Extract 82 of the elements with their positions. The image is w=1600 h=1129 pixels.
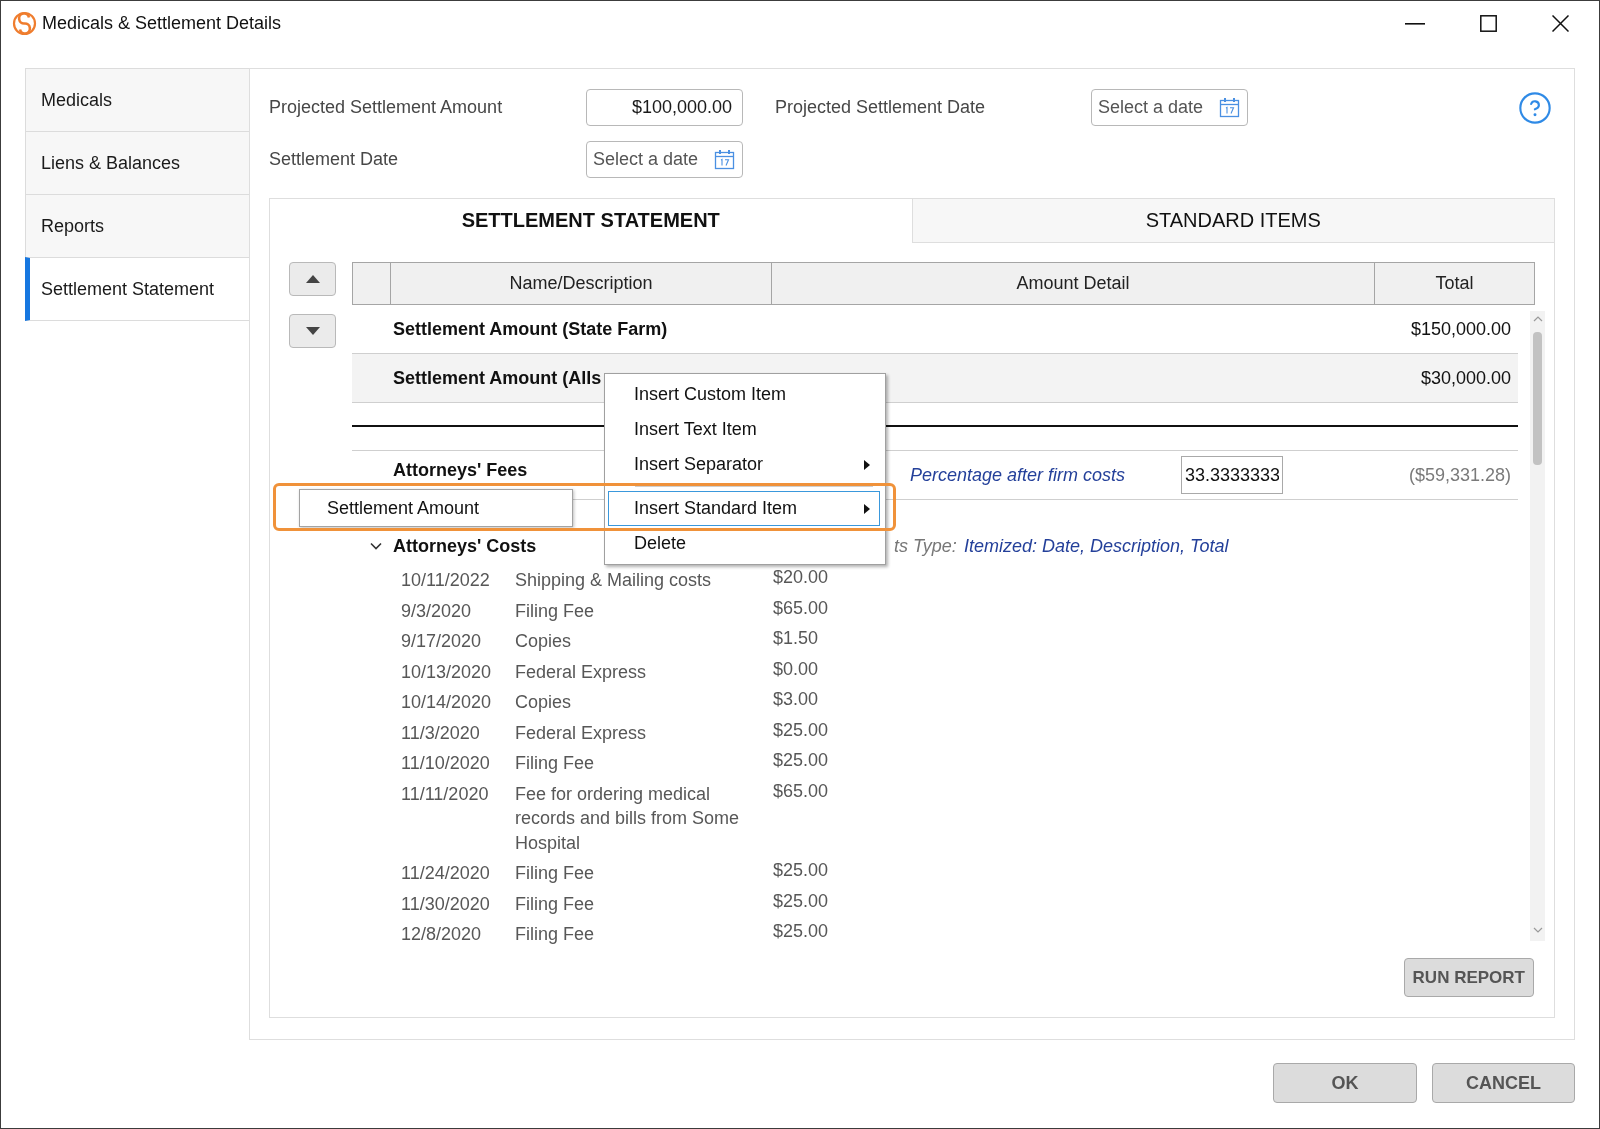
column-header[interactable]: Amount Detail xyxy=(772,263,1375,304)
item-name: Settlement Amount (State Farm) xyxy=(393,318,668,340)
calendar-icon[interactable] xyxy=(1219,97,1240,118)
menu-item[interactable]: Insert Custom Item xyxy=(608,377,880,412)
cost-date: 10/13/2020 xyxy=(401,660,492,684)
cost-amount: $0.00 xyxy=(773,657,819,681)
item-total: $150,000.00 xyxy=(1410,318,1511,340)
cost-amount: $1.50 xyxy=(773,627,819,650)
field-label: Projected Settlement Amount xyxy=(269,97,503,117)
field-label: Settlement Date xyxy=(269,149,399,169)
sidebar-item[interactable]: Settlement Statement xyxy=(25,257,249,321)
cost-date: 10/11/2022 xyxy=(401,569,490,592)
calendar-icon[interactable] xyxy=(714,149,735,170)
move-up-button[interactable] xyxy=(289,262,336,296)
fee-total: ($59,331.28) xyxy=(1408,464,1511,486)
cost-amount: $25.00 xyxy=(773,920,829,943)
menu-item[interactable]: Insert Separator xyxy=(608,447,880,482)
triangle-down-icon xyxy=(305,327,320,335)
cost-amount: $25.00 xyxy=(773,718,829,742)
item-total: $30,000.00 xyxy=(1420,367,1511,389)
logo-icon xyxy=(12,11,37,36)
cost-date: 12/8/2020 xyxy=(401,923,482,946)
cost-amount: $65.00 xyxy=(773,779,829,803)
cost-description: Filing Fee xyxy=(515,599,595,623)
close-icon[interactable] xyxy=(1552,15,1569,32)
menu-item[interactable]: Delete xyxy=(608,526,880,561)
fee-name: Attorneys' Fees xyxy=(393,460,528,481)
cost-description: Federal Express xyxy=(515,660,647,684)
maximize-icon[interactable] xyxy=(1480,15,1497,32)
triangle-up-icon xyxy=(305,275,320,283)
cost-amount: $20.00 xyxy=(773,566,829,589)
cost-amount: $25.00 xyxy=(773,859,829,882)
window-title: Medicals & Settlement Details xyxy=(42,13,282,34)
date-field[interactable]: Select a date xyxy=(586,141,743,178)
cost-date: 10/14/2020 xyxy=(401,691,492,714)
cost-date: 11/30/2020 xyxy=(401,892,490,916)
cost-date: 11/10/2020 xyxy=(401,752,490,775)
amount-field[interactable]: $100,000.00 xyxy=(586,89,743,126)
sidebar-item[interactable]: Liens & Balances xyxy=(25,131,249,195)
cost-date: 9/3/2020 xyxy=(401,599,472,623)
cost-description: Filing Fee xyxy=(515,923,595,946)
cancel-button[interactable]: CANCEL xyxy=(1432,1063,1575,1103)
cost-description: Filing Fee xyxy=(515,752,595,775)
help-icon[interactable] xyxy=(1519,91,1551,124)
move-down-button[interactable] xyxy=(289,314,336,348)
cost-description: Copies xyxy=(515,630,572,653)
scrollbar-track[interactable] xyxy=(1530,311,1545,941)
cost-date: 11/3/2020 xyxy=(401,721,480,745)
menu-item[interactable]: Insert Text Item xyxy=(608,412,880,447)
costs-type-label: ts Type: xyxy=(894,535,957,557)
minimize-icon[interactable] xyxy=(1405,22,1425,25)
cost-date: 9/17/2020 xyxy=(401,630,482,653)
tab[interactable]: STANDARD ITEMS xyxy=(911,199,1554,243)
cost-description: Federal Express xyxy=(515,721,647,745)
menu-item[interactable]: Settlement Amount xyxy=(301,491,571,525)
cost-amount: $3.00 xyxy=(773,688,819,711)
date-field[interactable]: Select a date xyxy=(1091,89,1248,126)
sidebar-item[interactable]: Medicals xyxy=(25,68,249,132)
cost-amount: $25.00 xyxy=(773,749,829,772)
costs-name: Attorneys' Costs xyxy=(393,535,537,557)
run-report-button[interactable]: RUN REPORT xyxy=(1403,958,1534,997)
column-header[interactable]: Total xyxy=(1375,263,1534,304)
fee-basis: Percentage after firm costs xyxy=(910,464,1126,486)
cost-date: 11/11/2020 xyxy=(401,782,489,806)
percentage-field[interactable]: 33.3333333 xyxy=(1181,456,1283,494)
scrollbar-thumb[interactable] xyxy=(1533,332,1542,465)
item-name: Settlement Amount (Alls xyxy=(393,367,602,389)
field-label: Projected Settlement Date xyxy=(775,97,986,117)
cost-description: Shipping & Mailing costs xyxy=(515,569,712,592)
cost-description: Filing Fee xyxy=(515,892,595,916)
chevron-down-icon[interactable] xyxy=(370,542,382,550)
cost-description: Filing Fee xyxy=(515,862,595,885)
ok-button[interactable]: OK xyxy=(1273,1063,1417,1103)
sidebar-item[interactable]: Reports xyxy=(25,194,249,258)
cost-date: 11/24/2020 xyxy=(401,862,490,885)
column-header[interactable]: Name/Description xyxy=(391,263,772,304)
cost-description: Copies xyxy=(515,691,572,714)
cost-amount: $25.00 xyxy=(773,889,829,913)
cost-description: Fee for ordering medical records and bills from Some Hospital xyxy=(515,782,741,855)
menu-item[interactable]: Insert Standard Item xyxy=(608,491,880,526)
cost-amount: $65.00 xyxy=(773,596,829,620)
costs-type-value: Itemized: Date, Description, Total xyxy=(964,535,1229,557)
